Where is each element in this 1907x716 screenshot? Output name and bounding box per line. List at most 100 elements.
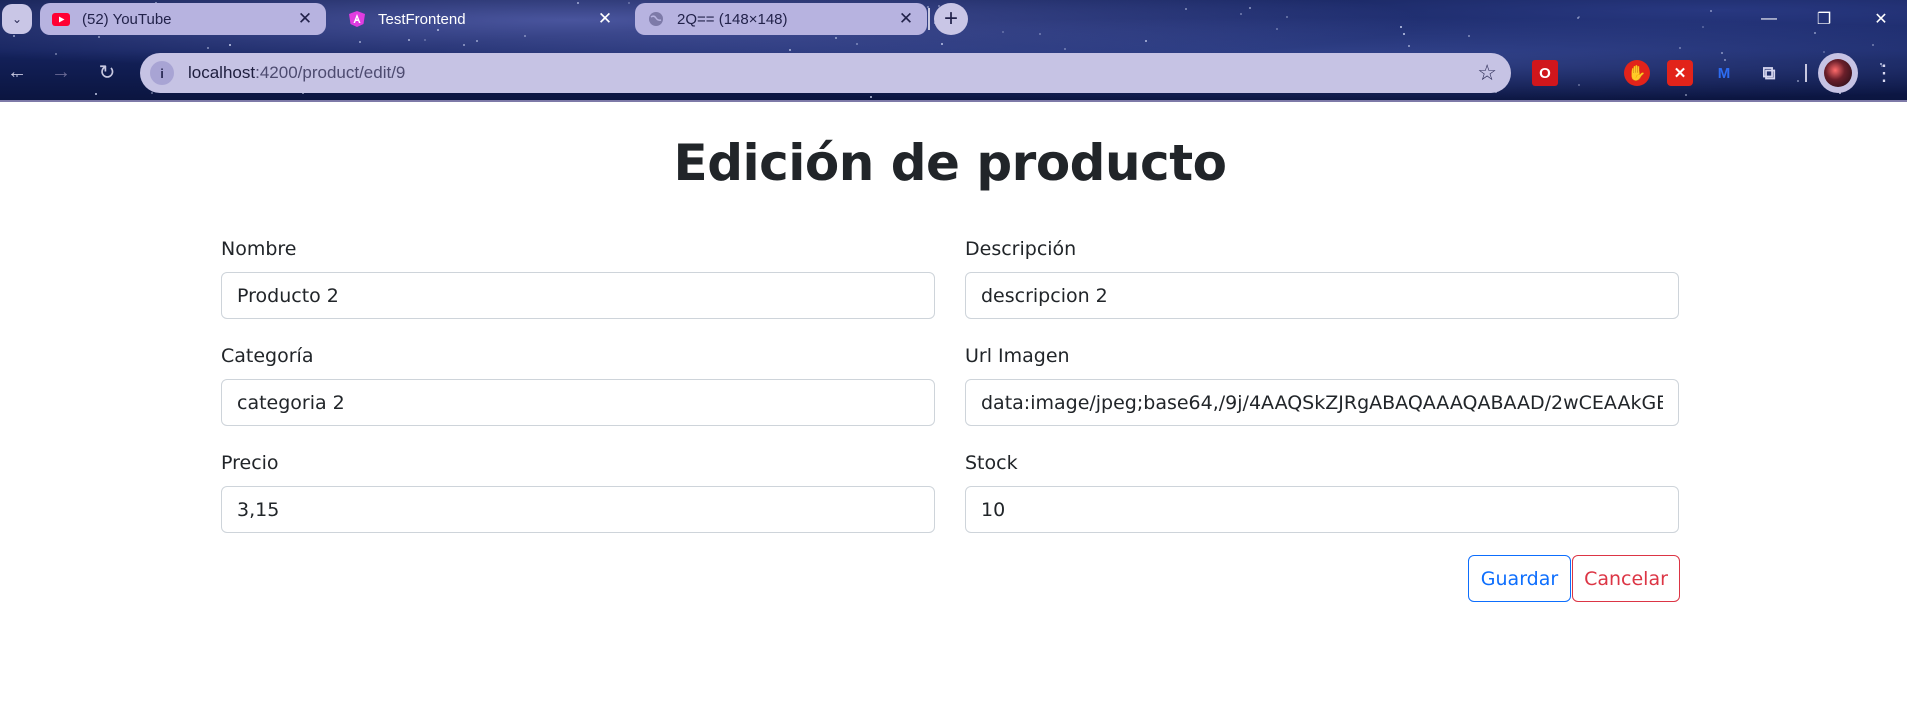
descripcion-label: Descripción [965,238,1077,260]
restore-button[interactable]: ❐ [1795,0,1853,38]
reload-button[interactable]: ↻ [92,57,122,87]
url-imagen-input[interactable] [965,379,1679,426]
shield-x-extension-icon[interactable]: ✕ [1667,60,1693,86]
star [870,96,872,98]
forward-button[interactable]: → [46,57,76,87]
star [1249,7,1251,9]
star [1797,80,1799,82]
cancel-button[interactable]: Cancelar [1572,555,1680,602]
star [1872,44,1874,46]
tab-title: 2Q== (148×148) [677,10,788,28]
page-title: Edición de producto [673,134,1227,192]
angular-icon [348,10,366,28]
address-bar[interactable]: i localhost:4200/product/edit/9 ☆ [140,53,1511,93]
star [628,2,630,4]
categoria-input[interactable] [221,379,935,426]
reload-icon: ↻ [98,61,116,84]
star [1679,47,1681,49]
star [13,35,15,37]
new-tab-button[interactable]: + [934,3,968,35]
field-stock: Stock [965,452,1679,533]
close-window-button[interactable]: ✕ [1852,0,1907,38]
star [1145,40,1147,42]
tab-title: TestFrontend [378,10,466,28]
stock-input[interactable] [965,486,1679,533]
star [1823,51,1825,53]
url-imagen-label: Url Imagen [965,345,1070,367]
star [1240,13,1242,15]
star [1064,48,1066,50]
star [835,37,837,39]
close-icon[interactable]: ✕ [596,9,614,29]
plus-icon: + [943,5,958,32]
categoria-label: Categoría [221,345,314,367]
star [1702,26,1704,28]
close-icon[interactable]: ✕ [296,9,314,29]
toolbar-separator [1805,64,1807,82]
star [1468,35,1470,37]
minimize-button[interactable]: — [1740,0,1798,38]
avatar-image [1824,59,1852,87]
star [1577,17,1579,19]
page-content: Edición de producto Nombre Descripción C… [0,104,1907,716]
star [1002,31,1004,33]
malwarebytes-extension-icon[interactable]: M [1711,60,1737,86]
star [1276,28,1278,30]
field-descripcion: Descripción [965,238,1679,319]
arrow-left-icon: ← [7,60,27,83]
star [55,53,57,55]
address-url[interactable]: localhost:4200/product/edit/9 [188,63,405,83]
star [1721,52,1723,54]
star [476,40,478,42]
browser-chrome: ⌄ (52) YouTube ✕ TestFrontend ✕ 2Q== (14… [0,0,1907,102]
star [1185,8,1187,10]
field-precio: Precio [221,452,935,533]
tab-testfrontend[interactable]: TestFrontend ✕ [336,2,626,36]
star [1685,94,1687,96]
tab-youtube[interactable]: (52) YouTube ✕ [40,3,326,35]
descripcion-input[interactable] [965,272,1679,319]
star [1039,33,1041,35]
office-extension-icon[interactable]: O [1532,60,1558,86]
star [95,93,97,95]
star [424,39,426,41]
arrow-right-icon: → [51,60,71,83]
tab-separator [928,8,930,30]
nombre-label: Nombre [221,238,297,260]
star [1408,45,1410,47]
back-button[interactable]: ← [2,57,32,87]
star [1710,10,1712,12]
star [1578,84,1580,86]
star [229,44,231,46]
star [1286,16,1288,18]
star [151,92,153,94]
close-icon: ✕ [1874,11,1888,28]
hand-stop-extension-icon[interactable]: ✋ [1624,60,1650,86]
star [856,43,858,45]
star [1400,26,1402,28]
puzzle-extensions-icon[interactable]: ⧉ [1756,60,1782,86]
precio-label: Precio [221,452,279,474]
more-menu-icon[interactable]: ⋮ [1873,58,1895,88]
chevron-down-icon: ⌄ [11,12,23,26]
star [98,36,100,38]
precio-input[interactable] [221,486,935,533]
minimize-icon: — [1761,10,1777,27]
tab-search-button[interactable]: ⌄ [2,4,32,34]
youtube-icon [52,10,70,28]
close-icon[interactable]: ✕ [897,9,915,29]
site-info-icon[interactable]: i [150,61,174,85]
star [408,39,410,41]
star [789,49,791,51]
star [207,47,209,49]
tab-image[interactable]: 2Q== (148×148) ✕ [635,3,927,35]
tab-title: (52) YouTube [82,10,172,28]
profile-avatar[interactable] [1818,53,1858,93]
save-button[interactable]: Guardar [1468,555,1571,602]
bookmark-star-icon[interactable]: ☆ [1477,60,1497,86]
star [1403,33,1405,35]
field-categoria: Categoría [221,345,935,426]
nombre-input[interactable] [221,272,935,319]
url-host: localhost [188,63,256,82]
field-nombre: Nombre [221,238,935,319]
